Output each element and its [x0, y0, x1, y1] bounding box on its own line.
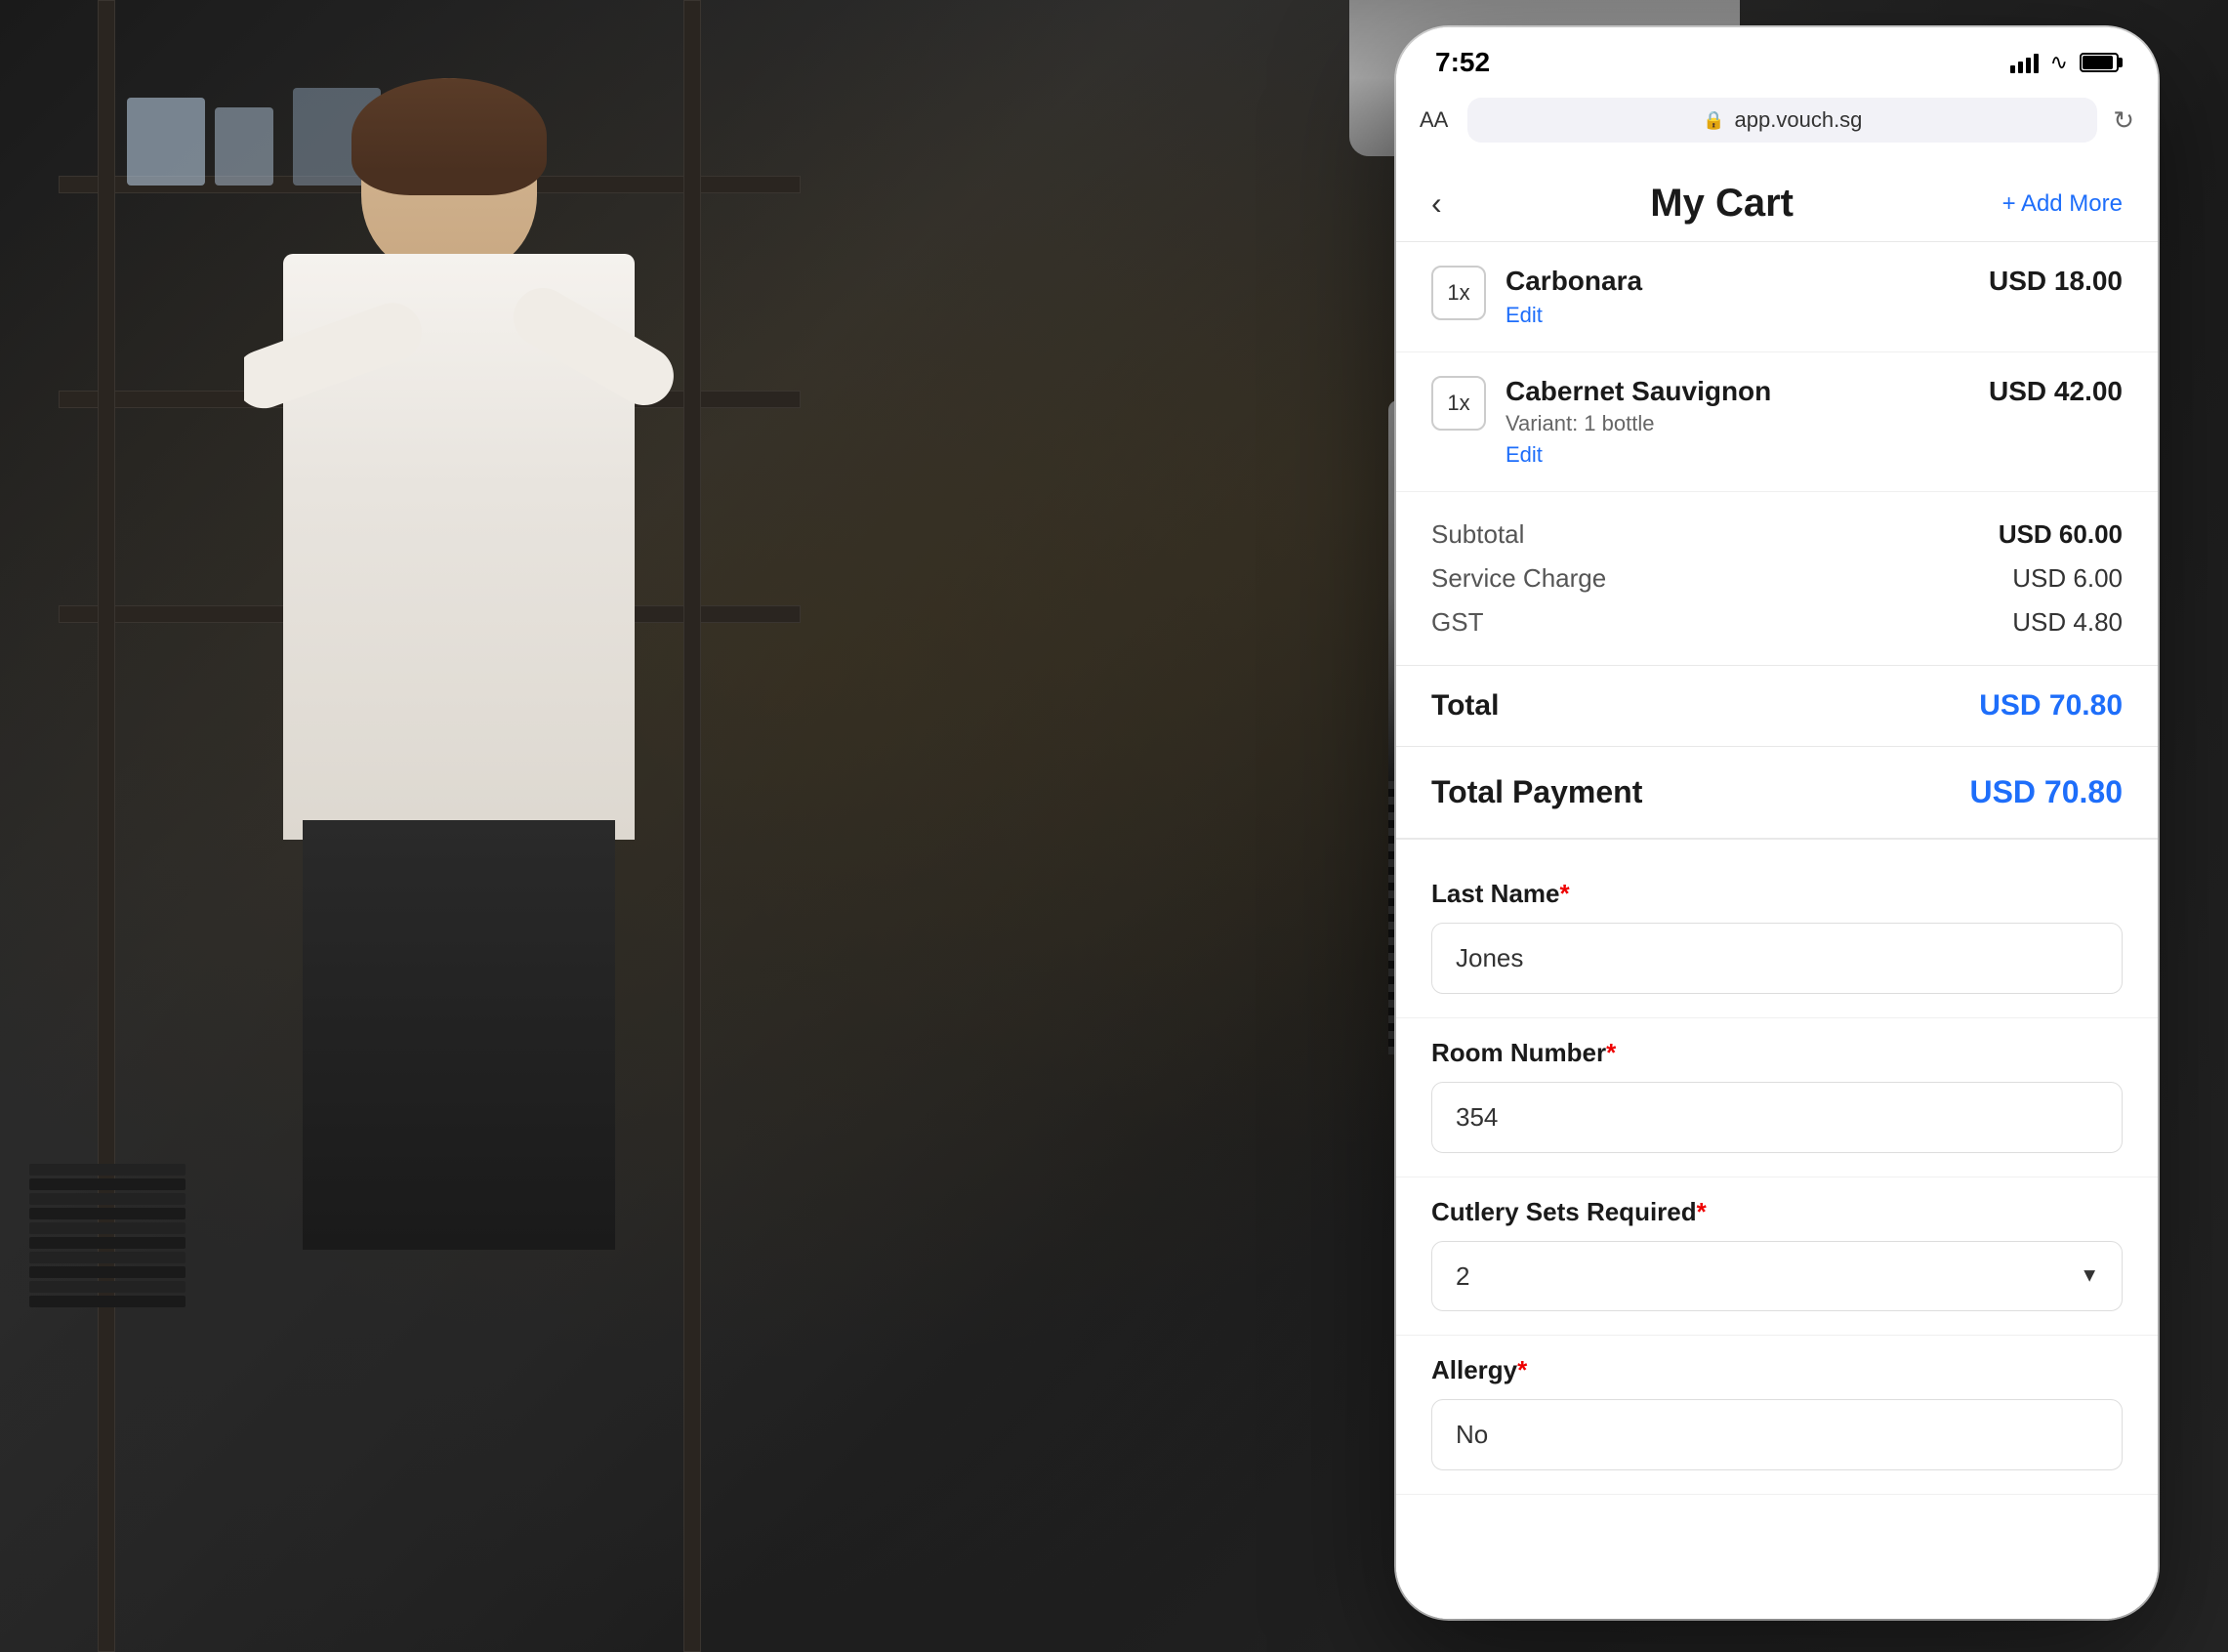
- cutlery-label: Cutlery Sets Required*: [1431, 1197, 2123, 1227]
- total-label: Total: [1431, 689, 1499, 723]
- total-row: Total USD 70.80: [1396, 666, 2158, 747]
- battery-icon: [2080, 53, 2119, 72]
- cart-item-cabernet: 1x Cabernet Sauvignon Variant: 1 bottle …: [1396, 352, 2158, 492]
- item-variant-2: Variant: 1 bottle: [1506, 411, 1969, 436]
- item-price-2: USD 42.00: [1989, 376, 2123, 407]
- plates-stack: [29, 1164, 205, 1457]
- room-number-group: Room Number*: [1396, 1018, 2158, 1177]
- status-icons: ∿: [2010, 50, 2119, 75]
- status-bar: 7:52 ∿: [1396, 27, 2158, 88]
- item-edit-1[interactable]: Edit: [1506, 303, 1969, 328]
- total-payment-value: USD 70.80: [1969, 774, 2123, 810]
- allergy-input[interactable]: [1431, 1399, 2123, 1470]
- last-name-label: Last Name*: [1431, 879, 2123, 909]
- chef-figure: [244, 78, 713, 1250]
- phone-frame: 7:52 ∿ AA 🔒 app.vouch.sg ↻: [1396, 27, 2158, 1619]
- item-edit-2[interactable]: Edit: [1506, 442, 1969, 468]
- total-value: USD 70.80: [1979, 689, 2123, 723]
- url-bar[interactable]: 🔒 app.vouch.sg: [1467, 98, 2097, 143]
- cart-item-carbonara: 1x Carbonara Edit USD 18.00: [1396, 242, 2158, 352]
- back-button[interactable]: ‹: [1431, 186, 1442, 222]
- service-charge-row: Service Charge USD 6.00: [1431, 563, 2123, 594]
- last-name-group: Last Name*: [1396, 859, 2158, 1018]
- cart-title: My Cart: [1650, 182, 1794, 226]
- qty-badge-2: 1x: [1431, 376, 1486, 431]
- item-name-1: Carbonara: [1506, 266, 1969, 297]
- cart-header: ‹ My Cart + Add More: [1396, 158, 2158, 241]
- wifi-icon: ∿: [2050, 50, 2068, 75]
- cutlery-select[interactable]: 1 2 3 4 5: [1431, 1241, 2123, 1311]
- item-name-2: Cabernet Sauvignon: [1506, 376, 1969, 407]
- total-payment-label: Total Payment: [1431, 774, 1642, 810]
- gst-row: GST USD 4.80: [1431, 607, 2123, 638]
- qty-badge-1: 1x: [1431, 266, 1486, 320]
- lock-icon: 🔒: [1703, 110, 1724, 131]
- last-name-input[interactable]: [1431, 923, 2123, 994]
- app-content: ‹ My Cart + Add More 1x Carbonara Edit U…: [1396, 158, 2158, 1619]
- allergy-label: Allergy*: [1431, 1355, 2123, 1385]
- gst-label: GST: [1431, 607, 1483, 638]
- form-section: Last Name* Room Number* Cutlery Sets Req…: [1396, 840, 2158, 1514]
- price-summary: Subtotal USD 60.00 Service Charge USD 6.…: [1396, 492, 2158, 666]
- allergy-group: Allergy*: [1396, 1336, 2158, 1495]
- item-price-1: USD 18.00: [1989, 266, 2123, 297]
- subtotal-value: USD 60.00: [1999, 519, 2123, 550]
- kitchen-container-1: [127, 98, 205, 186]
- item-details-1: Carbonara Edit: [1506, 266, 1969, 328]
- status-time: 7:52: [1435, 47, 1490, 78]
- browser-aa-button[interactable]: AA: [1420, 107, 1448, 133]
- reload-button[interactable]: ↻: [2113, 105, 2134, 136]
- url-text: app.vouch.sg: [1735, 107, 1863, 133]
- cutlery-group: Cutlery Sets Required* 1 2 3 4 5 ▼: [1396, 1177, 2158, 1336]
- signal-icon: [2010, 52, 2039, 73]
- gst-value: USD 4.80: [2012, 607, 2123, 638]
- item-details-2: Cabernet Sauvignon Variant: 1 bottle Edi…: [1506, 376, 1969, 468]
- add-more-button[interactable]: + Add More: [2002, 190, 2123, 218]
- browser-bar[interactable]: AA 🔒 app.vouch.sg ↻: [1396, 88, 2158, 158]
- total-payment-row: Total Payment USD 70.80: [1396, 747, 2158, 840]
- subtotal-row: Subtotal USD 60.00: [1431, 519, 2123, 550]
- subtotal-label: Subtotal: [1431, 519, 1524, 550]
- service-charge-label: Service Charge: [1431, 563, 1606, 594]
- service-charge-value: USD 6.00: [2012, 563, 2123, 594]
- cutlery-select-wrapper: 1 2 3 4 5 ▼: [1431, 1241, 2123, 1311]
- room-number-label: Room Number*: [1431, 1038, 2123, 1068]
- room-number-input[interactable]: [1431, 1082, 2123, 1153]
